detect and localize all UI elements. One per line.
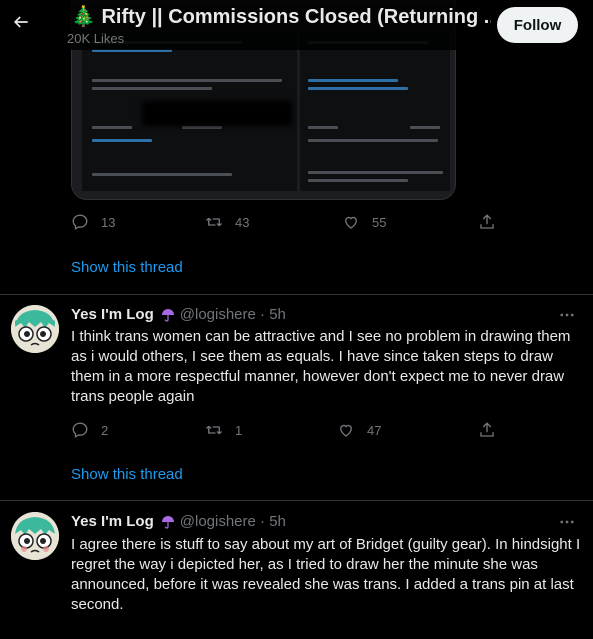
author-name[interactable]: Yes I'm Log (71, 513, 154, 530)
more-icon[interactable] (558, 306, 576, 324)
media-panel-right (300, 31, 450, 191)
retweet-button[interactable]: 1 (205, 421, 242, 439)
share-icon (480, 214, 494, 229)
author-handle[interactable]: @logishere · 5h (180, 306, 286, 323)
retweet-count: 1 (235, 422, 243, 438)
avatar[interactable] (11, 305, 59, 353)
divider (0, 500, 593, 501)
like-icon (345, 216, 357, 229)
retweet-button[interactable]: 43 (205, 213, 249, 231)
divider (0, 294, 593, 295)
top-header: 🎄 Rifty || Commissions Closed (Returning… (0, 0, 593, 50)
tweet-author-row: Yes I'm Log @logishere · 5h (71, 513, 286, 530)
like-button[interactable]: 47 (337, 421, 381, 439)
tweet-text: I think trans women can be attractive an… (71, 328, 571, 405)
reply-count: 13 (101, 214, 116, 230)
follow-button[interactable]: Follow (497, 7, 578, 43)
avatar-image (11, 305, 59, 353)
tweet-text: I agree there is stuff to say about my a… (71, 536, 581, 613)
reply-count: 2 (101, 422, 109, 438)
share-button[interactable] (478, 213, 496, 231)
like-count: 55 (372, 214, 387, 230)
back-button[interactable] (10, 11, 32, 33)
back-arrow-icon (13, 16, 28, 28)
show-thread-link[interactable]: Show this thread (71, 466, 183, 483)
reply-icon (72, 214, 88, 230)
like-icon (340, 424, 352, 437)
more-icon[interactable] (558, 513, 576, 531)
like-count: 47 (367, 422, 382, 438)
avatar-image (11, 512, 59, 560)
avatar[interactable] (11, 512, 59, 560)
tweet-author-row: Yes I'm Log @logishere · 5h (71, 306, 286, 323)
umbrella-icon (161, 308, 174, 322)
like-button[interactable]: 55 (342, 213, 386, 231)
retweet-icon (206, 425, 222, 435)
share-icon (480, 422, 494, 437)
likes-count: 20K Likes (67, 31, 125, 46)
share-button[interactable] (478, 421, 496, 439)
reply-button[interactable]: 13 (71, 213, 115, 231)
reply-icon (72, 422, 88, 438)
retweet-icon (206, 217, 222, 227)
reply-button[interactable]: 2 (71, 421, 108, 439)
show-thread-link[interactable]: Show this thread (71, 259, 183, 276)
author-handle[interactable]: @logishere · 5h (180, 513, 286, 530)
page-title: 🎄 Rifty || Commissions Closed (Returning… (71, 6, 491, 28)
retweet-count: 43 (235, 214, 250, 230)
author-name[interactable]: Yes I'm Log (71, 306, 154, 323)
umbrella-icon (161, 515, 174, 529)
media-redaction (142, 101, 292, 126)
